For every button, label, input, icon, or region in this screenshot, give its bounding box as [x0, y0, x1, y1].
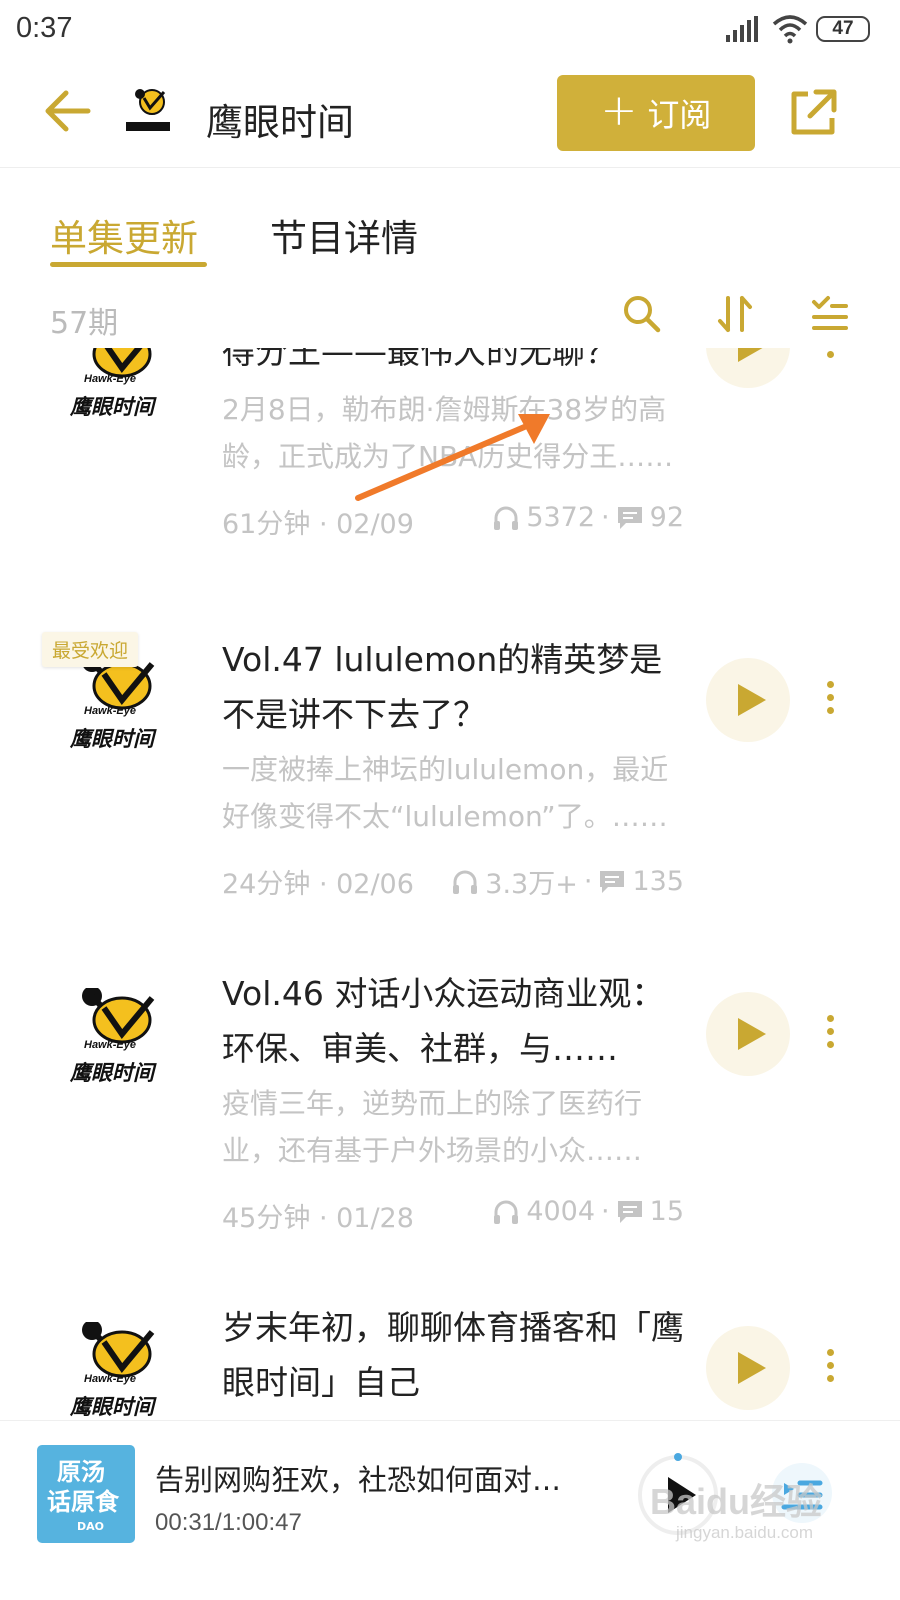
play-icon [738, 1352, 766, 1384]
more-options-icon[interactable] [818, 348, 842, 366]
episode-stats: 4004 · 15 [492, 1196, 684, 1227]
battery-indicator: 47 [816, 16, 870, 42]
logo-brand-text: Hawk-Eye [84, 1039, 136, 1051]
list-item[interactable]: Hawk-Eye 鹰眼时间 得分王——最伟大的无聊？ 2月8日，勒布朗·詹姆斯在… [0, 348, 900, 658]
play-icon [738, 1018, 766, 1050]
popular-badge: 最受欢迎 [42, 632, 139, 667]
logo-cn-text: 鹰眼时间 [69, 1061, 157, 1085]
episode-title: Vol.46 对话小众运动商业观：环保、审美、社群，与…… [222, 974, 665, 1068]
play-count: 3.3万+ [485, 869, 578, 900]
plus-icon: + [600, 85, 638, 136]
active-tab-indicator [50, 262, 207, 267]
play-button[interactable] [706, 348, 790, 388]
header: 鹰眼时间 + 订阅 [0, 62, 900, 168]
cover-brand: DAO [77, 1520, 104, 1533]
batch-select-icon[interactable] [808, 292, 852, 336]
headphones-icon [494, 506, 519, 530]
logo-brand-text: Hawk-Eye [84, 1373, 136, 1385]
signal-icon [726, 16, 758, 42]
play-icon [738, 684, 766, 716]
comment-icon [617, 506, 642, 529]
back-arrow-icon[interactable] [44, 88, 94, 134]
mini-player-play-button[interactable] [636, 1453, 720, 1537]
episode-title: 岁末年初，聊聊体育播客和「鹰眼时间」自己 [222, 1308, 684, 1402]
logo-brand-text: Hawk-Eye [84, 373, 136, 385]
headphones-icon [494, 1200, 519, 1224]
more-options-icon[interactable] [818, 678, 842, 722]
comment-icon [617, 1200, 642, 1223]
episode-description: 疫情三年，逆势而上的除了医药行业，还有基于户外场景的小众…… [222, 1087, 643, 1167]
episode-logo: Hawk-Eye 鹰眼时间 [69, 654, 157, 751]
play-button[interactable] [706, 1326, 790, 1410]
mini-player[interactable]: 原汤 话原食 DAO 告别网购狂欢，社恐如何面对… 00:31/1:00:47 … [0, 1420, 900, 1600]
cover-text-line2: 话原食 [47, 1488, 119, 1516]
episode-stats: 3.3万+ · 135 [451, 862, 684, 901]
cover-text-line1: 原汤 [57, 1458, 105, 1486]
mini-player-cover: 原汤 话原食 DAO [37, 1445, 135, 1543]
logo-cn-text: 鹰眼时间 [69, 1395, 157, 1418]
episode-meta: 61分钟 · 02/09 5372 · 92 [222, 502, 684, 540]
status-time: 0:37 [16, 12, 73, 44]
episode-meta: 45分钟 · 01/28 4004 · 15 [222, 1196, 684, 1234]
sort-icon[interactable] [714, 292, 758, 336]
comment-icon [600, 870, 625, 893]
play-icon [738, 348, 763, 362]
episode-meta: 24分钟 · 02/06 3.3万+ · 135 [222, 862, 684, 901]
episode-stats: 5372 · 92 [492, 502, 684, 533]
list-item[interactable]: Hawk-Eye 鹰眼时间 Vol.47 lululemon的精英梦是不是讲不下… [0, 632, 900, 966]
search-icon[interactable] [620, 292, 664, 336]
episode-logo: Hawk-Eye 鹰眼时间 [69, 348, 157, 419]
episode-count: 57期 [50, 306, 119, 341]
episode-logo: Hawk-Eye 鹰眼时间 [69, 988, 157, 1085]
play-count: 5372 [526, 502, 596, 533]
wifi-icon [772, 15, 808, 44]
play-button[interactable] [706, 658, 790, 742]
status-bar: 0:37 47 [0, 0, 900, 62]
episode-description: 一度被捧上神坛的lululemon，最近好像变得不太“lululemon”了。…… [222, 753, 669, 833]
episode-list: Hawk-Eye 鹰眼时间 得分王——最伟大的无聊？ 2月8日，勒布朗·詹姆斯在… [0, 348, 900, 1418]
episode-title: Vol.47 lululemon的精英梦是不是讲不下去了？ [222, 640, 663, 734]
comment-count: 92 [649, 502, 684, 533]
mini-player-time: 00:31/1:00:47 [155, 1509, 302, 1536]
play-button[interactable] [706, 992, 790, 1076]
episode-duration-date: 45分钟 · 01/28 [222, 1203, 414, 1234]
episode-duration-date: 24分钟 · 02/06 [222, 869, 414, 900]
headphones-icon [453, 870, 478, 894]
list-item[interactable]: Hawk-Eye 鹰眼时间 Vol.46 对话小众运动商业观：环保、审美、社群，… [0, 966, 900, 1300]
tab-details[interactable]: 节目详情 [270, 208, 418, 262]
logo-cn-text: 鹰眼时间 [69, 727, 157, 751]
more-options-icon[interactable] [818, 1346, 842, 1390]
list-item[interactable]: Hawk-Eye 鹰眼时间 岁末年初，聊聊体育播客和「鹰眼时间」自己 [0, 1300, 900, 1418]
more-options-icon[interactable] [818, 1012, 842, 1056]
share-icon[interactable] [786, 86, 840, 140]
comment-count: 15 [649, 1196, 684, 1227]
episode-logo: Hawk-Eye 鹰眼时间 [69, 1322, 157, 1418]
comment-count: 135 [632, 866, 684, 897]
logo-brand-text: Hawk-Eye [84, 705, 136, 717]
tab-episodes[interactable]: 单集更新 [50, 208, 198, 262]
play-count: 4004 [526, 1196, 596, 1227]
episode-title: 得分王——最伟大的无聊？ [222, 348, 618, 371]
page-title: 鹰眼时间 [206, 101, 354, 144]
logo-cn-text: 鹰眼时间 [69, 395, 157, 419]
podcast-logo [126, 89, 170, 131]
mini-player-title: 告别网购狂欢，社恐如何面对… [155, 1463, 562, 1497]
playlist-icon[interactable] [770, 1461, 834, 1525]
subscribe-button[interactable]: + 订阅 [557, 75, 755, 151]
episode-description: 2月8日，勒布朗·詹姆斯在38岁的高龄，正式成为了NBA历史得分王…… [222, 393, 674, 473]
subscribe-label: 订阅 [647, 96, 712, 134]
episode-duration-date: 61分钟 · 02/09 [222, 509, 414, 540]
